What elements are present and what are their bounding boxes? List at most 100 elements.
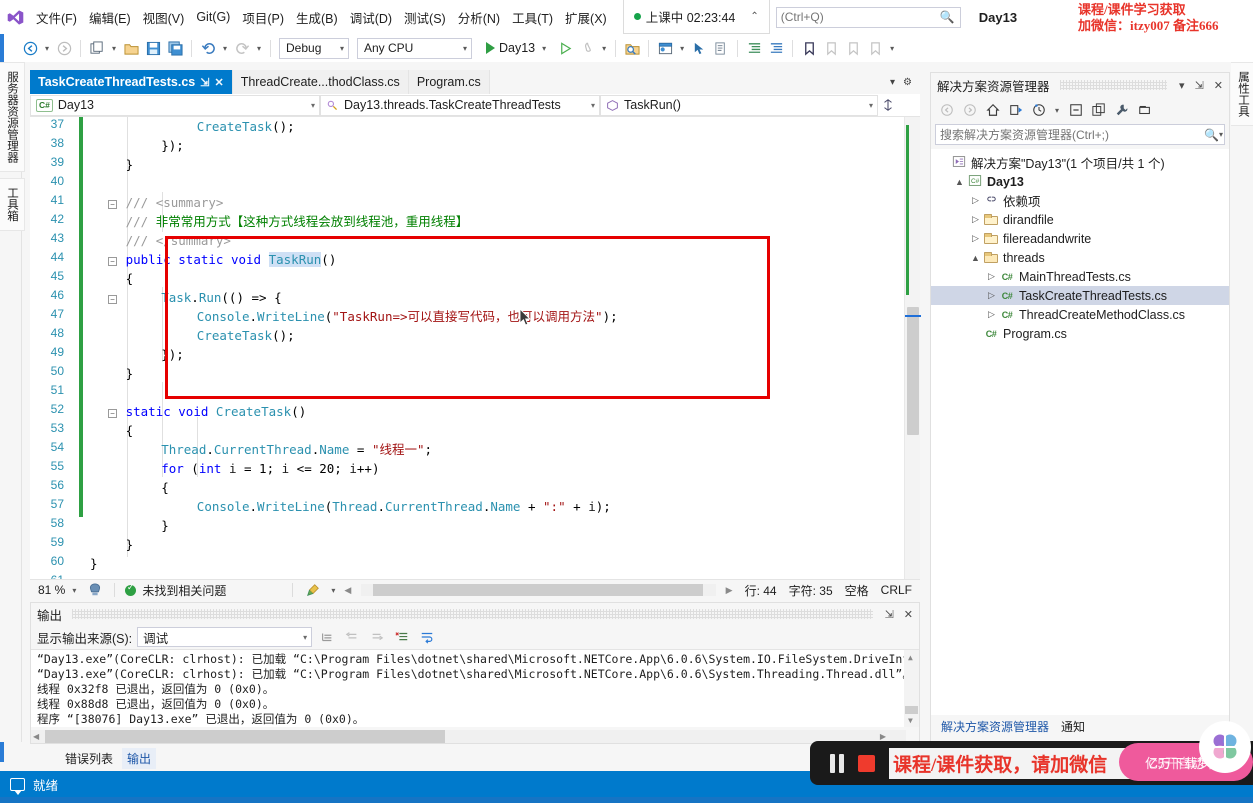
- decrease-indent-icon[interactable]: [766, 37, 786, 59]
- menu-extensions[interactable]: 扩展(X): [559, 4, 613, 31]
- gear-icon[interactable]: ⚙: [903, 77, 912, 88]
- navbar-type-combo[interactable]: Day13.threads.TaskCreateThreadTests ▾: [320, 94, 600, 116]
- output-hscrollbar-thumb[interactable]: [45, 730, 445, 743]
- pending-changes-icon[interactable]: [1029, 101, 1048, 120]
- split-window-icon[interactable]: [878, 96, 897, 115]
- pin-icon[interactable]: ⇲: [883, 608, 896, 621]
- sidebar-tab-toolbox[interactable]: 工具箱: [0, 178, 25, 231]
- code-line[interactable]: }: [90, 516, 169, 535]
- panel-drag-grip[interactable]: [1059, 80, 1168, 90]
- find-in-files-icon[interactable]: [622, 37, 642, 59]
- menu-test[interactable]: 测试(S): [398, 4, 452, 31]
- hscroll-left-arrow[interactable]: ◀: [344, 585, 351, 596]
- code-line[interactable]: public static void TaskRun(): [90, 250, 336, 269]
- collapse-expander-icon[interactable]: −: [108, 257, 117, 266]
- tree-item[interactable]: ▷ C# ThreadCreateMethodClass.cs: [931, 305, 1229, 324]
- zoom-level-combo[interactable]: 81 % ▾: [34, 583, 79, 597]
- collapse-all-icon[interactable]: [1066, 101, 1085, 120]
- quick-launch-search[interactable]: 🔍: [775, 6, 961, 28]
- new-window-caret[interactable]: ▾: [677, 44, 687, 53]
- footer-tab-solution-explorer[interactable]: 解决方案资源管理器: [935, 716, 1055, 737]
- tree-expander-icon[interactable]: ▷: [985, 290, 998, 301]
- code-line[interactable]: Thread.CurrentThread.Name = "线程一";: [90, 440, 432, 459]
- menu-analyze[interactable]: 分析(N): [452, 4, 506, 31]
- tree-item[interactable]: ▷ filereadandwrite: [931, 229, 1229, 248]
- save-all-icon[interactable]: [165, 37, 185, 59]
- tree-expander-icon[interactable]: ▷: [969, 233, 982, 244]
- comment-icon[interactable]: [711, 37, 731, 59]
- tree-item[interactable]: ▷ C# TaskCreateThreadTests.cs: [931, 286, 1229, 305]
- tree-expander-icon[interactable]: ▷: [985, 309, 998, 320]
- panel-drag-grip[interactable]: [72, 609, 873, 619]
- tree-expander-icon[interactable]: ▲: [969, 253, 982, 263]
- bottom-tab-error-list[interactable]: 错误列表: [60, 748, 118, 769]
- code-line[interactable]: CreateTask();: [90, 326, 295, 345]
- editor-tab-threadcreatemethodclass[interactable]: ThreadCreate...thodClass.cs: [232, 70, 409, 94]
- code-line[interactable]: }: [90, 155, 134, 174]
- search-options-caret[interactable]: ▾: [1216, 130, 1226, 139]
- stop-record-icon[interactable]: [858, 754, 875, 772]
- chevron-down-icon[interactable]: ▾: [69, 586, 79, 595]
- menu-debug[interactable]: 调试(D): [344, 4, 398, 31]
- code-line[interactable]: }: [90, 535, 134, 554]
- solution-tree[interactable]: 解决方案"Day13"(1 个项目/共 1 个) ▲ C# Day13 ▷ 依赖项 ▷ dir…: [931, 149, 1229, 715]
- code-line[interactable]: });: [90, 345, 184, 364]
- start-debugging-button[interactable]: Day13 ▾: [482, 41, 553, 55]
- solution-explorer-search[interactable]: 🔍 ▾: [935, 124, 1225, 145]
- code-line[interactable]: {: [90, 421, 134, 440]
- close-icon[interactable]: ✕: [1212, 79, 1225, 92]
- preview-selected-items-icon[interactable]: [1135, 101, 1154, 120]
- menu-git[interactable]: Git(G): [190, 6, 236, 28]
- navbar-member-combo[interactable]: TaskRun() ▾: [600, 94, 878, 116]
- word-wrap-icon[interactable]: [417, 627, 437, 647]
- tree-expander-icon[interactable]: ▷: [985, 271, 998, 282]
- chevron-down-icon[interactable]: ▾: [859, 101, 873, 110]
- editor-vertical-scrollbar[interactable]: [904, 117, 921, 579]
- chevron-down-icon[interactable]: ▾: [455, 44, 467, 53]
- pause-icon[interactable]: [830, 753, 844, 773]
- feedback-icon[interactable]: [85, 581, 104, 600]
- code-line[interactable]: /// 非常常用方式【这种方式线程会放到线程池，重用线程】: [90, 212, 469, 231]
- menu-view[interactable]: 视图(V): [137, 4, 191, 31]
- close-icon[interactable]: ✕: [214, 76, 223, 89]
- platform-combo[interactable]: Any CPU ▾: [357, 37, 472, 59]
- menu-tools[interactable]: 工具(T): [506, 4, 559, 31]
- hscrollbar-thumb[interactable]: [373, 584, 704, 596]
- menu-file[interactable]: 文件(F): [30, 4, 83, 31]
- undo-caret[interactable]: ▾: [220, 44, 230, 53]
- code-line[interactable]: }: [90, 364, 134, 383]
- footer-tab-notifications[interactable]: 通知: [1055, 716, 1091, 737]
- sidebar-tab-server-explorer[interactable]: 服务器资源管理器: [0, 62, 25, 172]
- editor-tab-taskcreatethreadtests[interactable]: TaskCreateThreadTests.cs ⇲ ✕: [30, 70, 233, 94]
- chevron-down-icon[interactable]: ▾: [303, 633, 307, 642]
- pin-icon[interactable]: ⇲: [1193, 79, 1206, 92]
- menu-project[interactable]: 项目(P): [236, 4, 290, 31]
- code-line[interactable]: }: [90, 554, 98, 573]
- output-source-combo[interactable]: 调试 ▾: [137, 627, 313, 647]
- chevron-down-icon[interactable]: ▾: [581, 101, 595, 110]
- pin-icon[interactable]: ⇲: [200, 76, 209, 89]
- collapse-expander-icon[interactable]: −: [108, 409, 117, 418]
- code-line[interactable]: for (int i = 1; i <= 20; i++): [90, 459, 379, 478]
- show-all-files-icon[interactable]: [1089, 101, 1108, 120]
- tree-item[interactable]: ▷ 依赖项: [931, 191, 1229, 210]
- hscroll-right-arrow[interactable]: ▶: [726, 585, 733, 596]
- live-session-indicator[interactable]: 上课中 02:23:44 ⌃: [622, 0, 770, 34]
- tree-item[interactable]: ▲ threads: [931, 248, 1229, 267]
- list-output-icon[interactable]: [317, 627, 337, 647]
- new-window-icon[interactable]: [655, 37, 675, 59]
- code-line[interactable]: {: [90, 478, 169, 497]
- solution-explorer-search-input[interactable]: [940, 127, 1190, 142]
- sync-with-active-document-icon[interactable]: [1006, 101, 1025, 120]
- output-vertical-scrollbar[interactable]: ▲ ▼: [904, 650, 919, 727]
- tree-item[interactable]: 解决方案"Day13"(1 个项目/共 1 个): [931, 153, 1229, 172]
- chevron-up-icon[interactable]: ⌃: [750, 11, 758, 22]
- code-line[interactable]: Console.WriteLine(Thread.CurrentThread.N…: [90, 497, 611, 516]
- brain-logo-icon[interactable]: [1199, 721, 1251, 773]
- tree-item[interactable]: ▷ dirandfile: [931, 210, 1229, 229]
- editor-horizontal-scrollbar[interactable]: [361, 584, 716, 596]
- chevron-down-icon[interactable]: ▾: [301, 101, 315, 110]
- bottom-tab-output[interactable]: 输出: [122, 747, 157, 769]
- code-cleanup-icon[interactable]: [303, 581, 322, 600]
- code-line[interactable]: static void CreateTask(): [90, 402, 307, 421]
